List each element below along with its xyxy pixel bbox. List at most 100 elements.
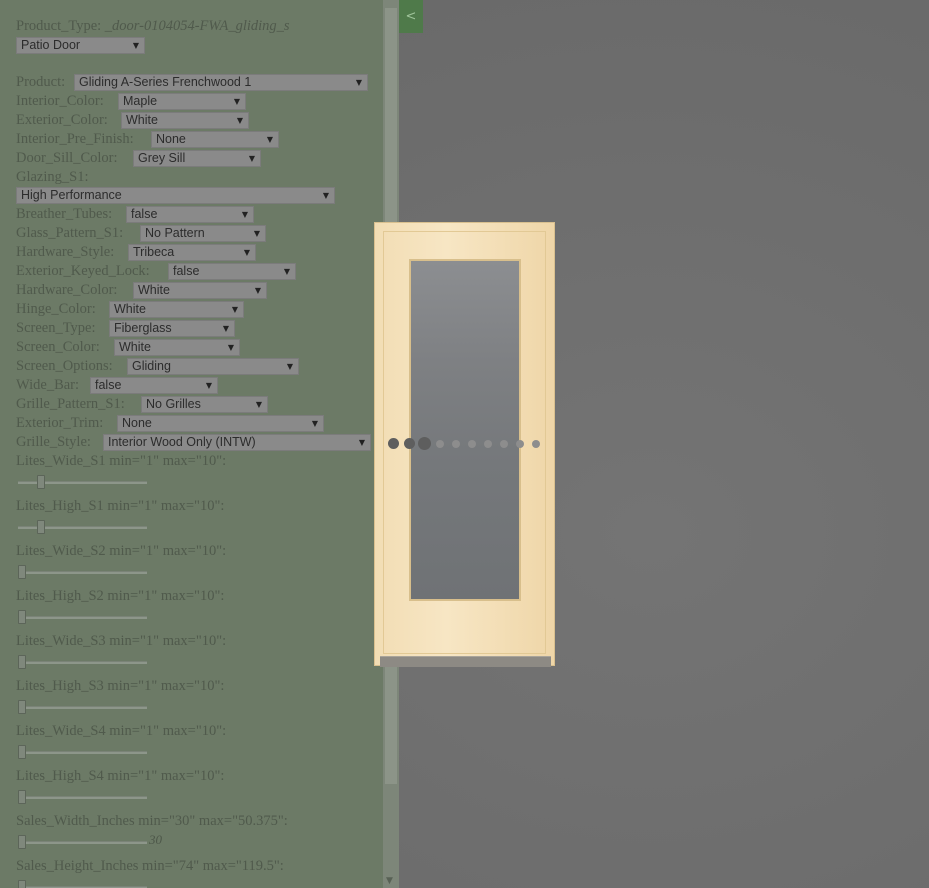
door-glass xyxy=(409,259,521,601)
field-select[interactable]: White ▼ xyxy=(109,301,244,318)
collapse-panel-button[interactable]: < xyxy=(399,0,423,33)
field-label: Wide_Bar: xyxy=(16,377,80,393)
range-slider[interactable] xyxy=(18,700,147,714)
scroll-down-icon[interactable]: ▼ xyxy=(386,876,393,886)
chevron-down-icon: ▼ xyxy=(233,97,240,106)
slider-thumb[interactable] xyxy=(37,475,46,489)
chevron-down-icon: ▼ xyxy=(286,362,293,371)
field-label: Door_Sill_Color: xyxy=(16,150,118,166)
slider-thumb[interactable] xyxy=(18,790,26,804)
field-select[interactable]: None ▼ xyxy=(151,131,279,148)
chevron-down-icon: ▼ xyxy=(311,419,318,428)
field-label: Exterior_Keyed_Lock: xyxy=(16,263,150,279)
range-slider[interactable] xyxy=(18,835,147,849)
slider-label: Lites_High_S1 min="1" max="10": xyxy=(16,498,225,514)
chevron-down-icon: ▼ xyxy=(248,154,255,163)
field-select[interactable]: false ▼ xyxy=(168,263,296,280)
configurator-panel: Product_Type: _door-0104054-FWA_gliding_… xyxy=(0,0,383,888)
slider-label: Sales_Height_Inches min="74" max="119.5"… xyxy=(16,858,284,874)
door-sill xyxy=(380,656,551,667)
slider-label: Lites_High_S3 min="1" max="10": xyxy=(16,678,225,694)
chevron-down-icon: ▼ xyxy=(231,305,238,314)
field-label: Glazing_S1: xyxy=(16,169,89,185)
slider-thumb[interactable] xyxy=(18,745,26,759)
field-label: Interior_Pre_Finish: xyxy=(16,131,134,147)
field-label: Grille_Style: xyxy=(16,434,91,450)
field-label: Screen_Color: xyxy=(16,339,100,355)
loading-dot xyxy=(452,440,460,448)
field-label: Grille_Pattern_S1: xyxy=(16,396,125,412)
chevron-down-icon: ▼ xyxy=(241,210,248,219)
slider-thumb[interactable] xyxy=(18,565,26,579)
loading-dot xyxy=(484,440,492,448)
chevron-down-icon: ▼ xyxy=(227,343,234,352)
slider-track xyxy=(18,841,147,844)
field-select[interactable]: Gliding A-Series Frenchwood 1 ▼ xyxy=(74,74,368,91)
field-select[interactable]: White ▼ xyxy=(121,112,249,129)
category-select[interactable]: Patio Door ▼ xyxy=(16,37,145,54)
slider-value: 30 xyxy=(149,832,162,847)
chevron-down-icon: ▼ xyxy=(254,286,261,295)
slider-thumb[interactable] xyxy=(18,880,26,888)
field-select[interactable]: Interior Wood Only (INTW) ▼ xyxy=(103,434,371,451)
field-select[interactable]: Maple ▼ xyxy=(118,93,246,110)
field-label: Hardware_Color: xyxy=(16,282,118,298)
range-slider[interactable] xyxy=(18,880,147,888)
door-preview xyxy=(374,222,555,667)
slider-label: Lites_Wide_S1 min="1" max="10": xyxy=(16,453,227,469)
chevron-down-icon: ▼ xyxy=(243,248,250,257)
slider-thumb[interactable] xyxy=(18,610,26,624)
field-select[interactable]: Tribeca ▼ xyxy=(128,244,256,261)
field-label: Screen_Options: xyxy=(16,358,113,374)
range-slider[interactable] xyxy=(18,790,147,804)
slider-track xyxy=(18,706,147,709)
loading-dot xyxy=(532,440,540,448)
field-label: Hardware_Style: xyxy=(16,244,115,260)
product-type-label: Product_Type: _door-0104054-FWA_gliding_… xyxy=(16,18,290,34)
slider-label: Lites_Wide_S4 min="1" max="10": xyxy=(16,723,227,739)
chevron-down-icon: ▼ xyxy=(255,400,262,409)
range-slider[interactable] xyxy=(18,610,147,624)
slider-track xyxy=(18,616,147,619)
slider-label: Sales_Width_Inches min="30" max="50.375"… xyxy=(16,813,288,829)
range-slider[interactable] xyxy=(18,655,147,669)
field-select[interactable]: High Performance ▼ xyxy=(16,187,335,204)
field-label: Interior_Color: xyxy=(16,93,104,109)
slider-thumb[interactable] xyxy=(37,520,46,534)
loading-dot xyxy=(418,437,431,450)
chevron-down-icon: ▼ xyxy=(283,267,290,276)
field-select[interactable]: No Grilles ▼ xyxy=(141,396,268,413)
slider-track xyxy=(18,571,147,574)
range-slider[interactable] xyxy=(18,475,147,489)
slider-label: Lites_Wide_S3 min="1" max="10": xyxy=(16,633,227,649)
field-label: Glass_Pattern_S1: xyxy=(16,225,124,241)
loading-dot xyxy=(388,438,399,449)
chevron-down-icon: ▼ xyxy=(253,229,260,238)
field-select[interactable]: Grey Sill ▼ xyxy=(133,150,261,167)
field-select[interactable]: Gliding ▼ xyxy=(127,358,299,375)
slider-thumb[interactable] xyxy=(18,700,26,714)
chevron-down-icon: ▼ xyxy=(132,41,139,50)
field-select[interactable]: None ▼ xyxy=(117,415,324,432)
slider-track xyxy=(18,751,147,754)
chevron-down-icon: ▼ xyxy=(266,135,273,144)
chevron-down-icon: ▼ xyxy=(222,324,229,333)
field-select[interactable]: White ▼ xyxy=(114,339,240,356)
field-select[interactable]: Fiberglass ▼ xyxy=(109,320,235,337)
range-slider[interactable] xyxy=(18,745,147,759)
slider-track xyxy=(18,796,147,799)
field-label: Screen_Type: xyxy=(16,320,96,336)
field-select[interactable]: false ▼ xyxy=(90,377,218,394)
field-select[interactable]: No Pattern ▼ xyxy=(140,225,266,242)
field-select[interactable]: false ▼ xyxy=(126,206,254,223)
loading-dot xyxy=(404,438,415,449)
chevron-down-icon: ▼ xyxy=(322,191,329,200)
range-slider[interactable] xyxy=(18,520,147,534)
field-label: Product: xyxy=(16,74,66,90)
range-slider[interactable] xyxy=(18,565,147,579)
product-type-value: _door-0104054-FWA_gliding_s xyxy=(104,18,290,34)
slider-thumb[interactable] xyxy=(18,655,26,669)
field-select[interactable]: White ▼ xyxy=(133,282,267,299)
slider-thumb[interactable] xyxy=(18,835,26,849)
chevron-down-icon: ▼ xyxy=(355,78,362,87)
